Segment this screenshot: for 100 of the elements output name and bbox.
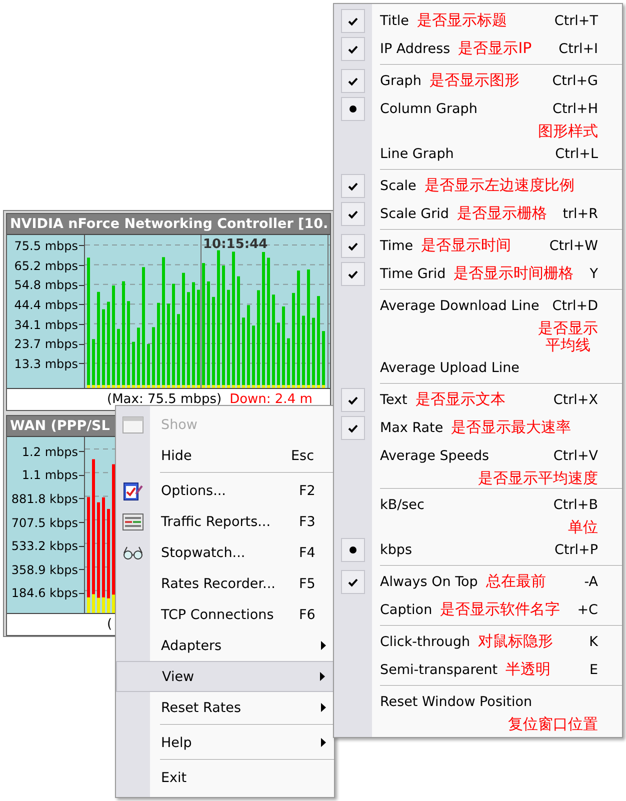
download-bar	[137, 328, 140, 388]
menu-item[interactable]: Caption 是否显示软件名字 +C	[334, 596, 622, 624]
max-rate-text: (Max: 75.5 mbps)	[107, 391, 222, 409]
scale-label: 533.2 kbps	[11, 539, 78, 554]
menu-item[interactable]: Stopwatch... F4	[116, 537, 334, 568]
annotation-text: 是否显示最大速率	[451, 419, 572, 437]
menu-item[interactable]: Reset Rates	[116, 692, 334, 723]
scale-label: 184.6 kbps	[11, 586, 78, 600]
menu-item[interactable]: kB/sec Ctrl+B	[334, 491, 622, 519]
upload-bar	[302, 385, 305, 388]
menu-item[interactable]: Time 是否显示时间 Ctrl+W	[334, 232, 622, 260]
upload-bar	[277, 385, 280, 388]
menu-item[interactable]: Text 是否显示文本 Ctrl+X	[334, 386, 622, 414]
upload-bar	[207, 385, 210, 388]
upload-bar	[232, 385, 235, 388]
upload-bar	[172, 385, 175, 388]
download-bar	[117, 328, 120, 388]
menu-item[interactable]: Scale 是否显示左边速度比例	[334, 172, 622, 200]
scale-label: 34.1 mbps	[14, 318, 78, 332]
menu-item[interactable]: TCP Connections F6	[116, 599, 334, 630]
upload-bar	[242, 385, 245, 388]
download-bar	[287, 338, 290, 388]
upload-bar	[87, 597, 90, 613]
upload-bar	[117, 385, 120, 388]
menu-item[interactable]: Column Graph Ctrl+H	[334, 95, 622, 123]
menu-item[interactable]: Semi-transparent 半透明 E	[334, 656, 622, 684]
shortcut-text: E	[589, 662, 598, 678]
upload-bar	[102, 597, 105, 613]
scale-label: 75.5 mbps	[14, 238, 78, 253]
annotation-text: 半透明	[506, 661, 551, 679]
upload-bar	[262, 385, 265, 388]
upload-bar	[112, 385, 115, 388]
upload-bar	[312, 385, 315, 388]
scale-label: 54.8 mbps	[14, 278, 78, 292]
download-bar	[92, 339, 95, 388]
shortcut-text: Esc	[291, 448, 314, 464]
upload-bar	[137, 385, 140, 388]
scale-label: 881.8 kbps	[11, 492, 78, 506]
shortcut-text: F4	[299, 544, 316, 560]
scale-label: 44.4 mbps	[14, 298, 78, 312]
menu-item[interactable]: Max Rate 是否显示最大速率	[334, 414, 622, 442]
annotation-text: 复位窗口位置	[508, 716, 598, 733]
scale-label: 13.3 mbps	[14, 356, 78, 371]
shortcut-text: Ctrl+P	[554, 542, 598, 558]
menu-item[interactable]: Title 是否显示标题 Ctrl+T	[334, 7, 622, 35]
menu-item[interactable]: Scale Grid 是否显示栅格 trl+R	[334, 200, 622, 228]
upload-bar	[97, 598, 100, 613]
shortcut-text: Ctrl+X	[553, 392, 598, 408]
shortcut-text: Y	[590, 266, 598, 282]
upload-bar	[92, 385, 95, 388]
shortcut-text: K	[589, 634, 598, 650]
annotation-text: 是否显示图形	[429, 72, 520, 90]
upload-bar	[287, 385, 290, 388]
menu-item[interactable]: Help	[116, 727, 334, 758]
upload-bar	[197, 385, 200, 388]
menu-item[interactable]: Graph 是否显示图形 Ctrl+G	[334, 67, 622, 95]
menu-item[interactable]: Hide Esc	[116, 440, 334, 471]
annotation-text: 是否显示左边速度比例	[424, 177, 574, 195]
scale-label: 1.2 mbps	[22, 444, 78, 459]
download-bar	[312, 318, 315, 388]
shortcut-text: trl+R	[562, 206, 598, 222]
upload-bar	[102, 385, 105, 388]
scale-label: 358.9 kbps	[11, 562, 78, 577]
download-bar	[252, 326, 255, 388]
upload-bar	[107, 598, 110, 613]
menu-item[interactable]: Average Upload Line	[334, 354, 622, 382]
shortcut-text: Ctrl+T	[554, 13, 598, 29]
menu-item[interactable]: Options... F2	[116, 475, 334, 506]
shortcut-text: Ctrl+L	[555, 146, 598, 162]
shortcut-text: Ctrl+I	[558, 41, 598, 57]
menu-item[interactable]: Reset Window Position	[334, 688, 622, 716]
menu-item[interactable]: Exit	[116, 762, 334, 793]
menu-item[interactable]: Click-through 对鼠标隐形 K	[334, 628, 622, 656]
menu-item[interactable]: Rates Recorder... F5	[116, 568, 334, 599]
upload-bar	[227, 385, 230, 388]
menu-item[interactable]: Average Speeds Ctrl+V	[334, 442, 622, 470]
shortcut-text: F2	[299, 482, 316, 498]
download-rate-text: Down: 2.4 m	[230, 391, 312, 409]
upload-bar	[322, 385, 325, 388]
upload-bar	[252, 385, 255, 388]
clipboard-check-icon	[122, 480, 144, 502]
menu-item[interactable]: Time Grid 是否显示时间栅格 Y	[334, 260, 622, 288]
menu-item[interactable]: Always On Top 总在最前 -A	[334, 568, 622, 596]
upload-bar	[162, 385, 165, 388]
scale-label: 1.1 mbps	[22, 468, 78, 482]
menu-item[interactable]: Traffic Reports... F3	[116, 506, 334, 537]
upload-bar	[192, 385, 195, 388]
upload-bar	[267, 385, 270, 388]
menu-item[interactable]: IP Address 是否显示IP Ctrl+I	[334, 35, 622, 63]
download-bar	[147, 344, 150, 388]
menu-item[interactable]: Line Graph Ctrl+L	[334, 140, 622, 168]
annotation-text: 对鼠标隐形	[478, 633, 554, 651]
menu-item[interactable]: View	[116, 661, 334, 692]
upload-bar	[142, 385, 145, 388]
menu-item[interactable]: Adapters	[116, 630, 334, 661]
menu-item[interactable]: Average Download Line Ctrl+D	[334, 292, 622, 320]
menu-item[interactable]: kbps Ctrl+P	[334, 536, 622, 564]
shortcut-text: F6	[299, 606, 316, 622]
max-rate-text: (	[107, 616, 112, 634]
upload-bar	[147, 385, 150, 388]
